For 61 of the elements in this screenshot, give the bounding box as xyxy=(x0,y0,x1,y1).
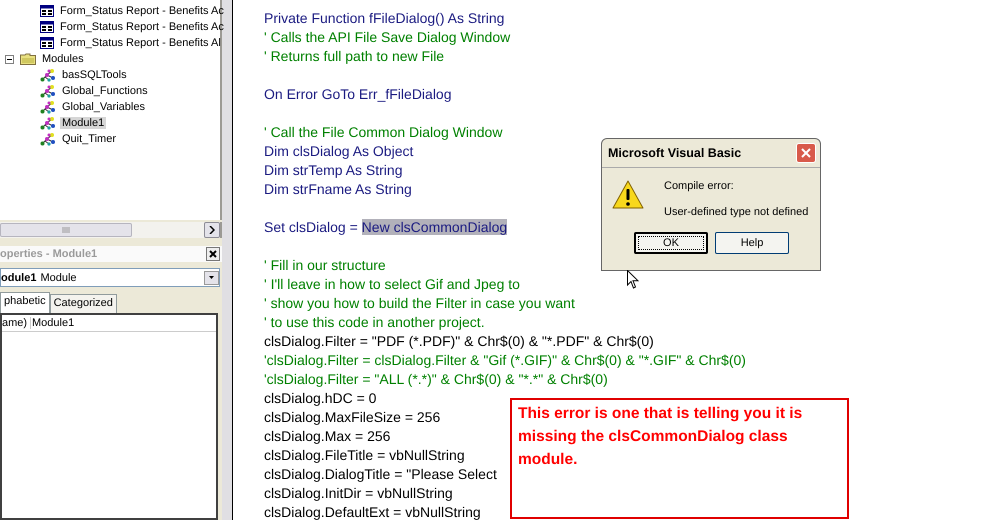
dropdown-arrow-icon[interactable] xyxy=(209,276,214,279)
code-line: 'clsDialog.Filter = "ALL (*.*)" & Chr$(0) & "*.*" & Chr$(0) xyxy=(264,371,608,387)
code-line: ' Fill in our structure xyxy=(264,257,386,273)
code-line: clsDialog.Filter = "PDF (*.PDF)" & Chr$(0) & "*.PDF" & Chr$(0) xyxy=(264,333,654,349)
panel-title: operties - Module1 xyxy=(0,248,98,260)
tree-item[interactable]: Global_Variables xyxy=(60,101,147,113)
code-line: 'clsDialog.Filter = clsDialog.Filter & "Gif (*.GIF)" & Chr$(0) & "*.GIF" & Chr$(0) xyxy=(264,352,746,368)
dialog-button[interactable]: Help xyxy=(715,232,789,254)
module-icon xyxy=(40,100,56,114)
grip-icon xyxy=(62,227,70,233)
form-icon xyxy=(40,5,54,17)
warning-icon xyxy=(612,180,644,210)
code-line: ' Calls the API File Save Dialog Window xyxy=(264,29,510,45)
code-line: clsDialog.DefaultExt = vbNullString xyxy=(264,504,481,520)
tree-item[interactable]: basSQLTools xyxy=(60,69,129,81)
tree-folder[interactable]: Modules xyxy=(40,53,86,65)
code-line: Private Function fFileDialog() As String xyxy=(264,10,504,26)
dialog-button[interactable]: OK xyxy=(634,232,708,254)
module-icon xyxy=(40,84,56,98)
module-icon xyxy=(40,68,56,82)
collapse-icon[interactable] xyxy=(5,54,14,64)
code-line: clsDialog.MaxFileSize = 256 xyxy=(264,409,440,425)
close-icon[interactable] xyxy=(206,247,220,261)
code-line: clsDialog.DialogTitle = "Please Select xyxy=(264,466,497,482)
tree-item[interactable]: Global_Functions xyxy=(60,85,150,97)
object-dropdown[interactable]: odule1 Module xyxy=(0,268,220,287)
error-heading: Compile error: xyxy=(664,180,735,192)
code-line: clsDialog.hDC = 0 xyxy=(264,390,376,406)
folder-icon xyxy=(20,53,36,65)
code-line: clsDialog.FileTitle = vbNullString xyxy=(264,447,465,463)
annotation-note: This error is one that is telling you it is missing the clsCommonDialog class module. xyxy=(510,398,849,519)
module-icon xyxy=(40,132,56,146)
form-icon xyxy=(40,21,54,33)
code-line: ' I'll leave in how to select Gif and Jpeg to xyxy=(264,276,520,292)
splitter[interactable] xyxy=(222,0,233,520)
tab[interactable]: Categorized xyxy=(50,294,117,313)
code-line: Set clsDialog = New clsCommonDialog xyxy=(264,219,508,235)
property-name: ame) xyxy=(2,317,28,329)
code-line: clsDialog.Max = 256 xyxy=(264,428,390,444)
tab[interactable]: phabetic xyxy=(0,292,50,313)
code-line: ' to use this code in another project. xyxy=(264,314,485,330)
code-line: clsDialog.InitDir = vbNullString xyxy=(264,485,453,501)
tree-item[interactable]: Form_Status Report - Benefits Ac xyxy=(58,5,226,17)
dialog-title: Microsoft Visual Basic xyxy=(608,146,742,160)
error-message: User-defined type not defined xyxy=(664,206,808,218)
form-icon xyxy=(40,37,54,49)
code-line: ' Returns full path to new File xyxy=(264,48,444,64)
tree-item[interactable]: Form_Status Report - Benefits Al xyxy=(58,37,223,49)
code-line: Dim strTemp As String xyxy=(264,162,402,178)
module-icon xyxy=(40,116,56,130)
horizontal-scrollbar[interactable] xyxy=(0,222,222,238)
code-line: Dim strFname As String xyxy=(264,181,412,197)
code-line: ' Call the File Common Dialog Window xyxy=(264,124,502,140)
code-line: Dim clsDialog As Object xyxy=(264,143,414,159)
property-value[interactable]: Module1 xyxy=(30,317,216,329)
code-line: On Error GoTo Err_fFileDialog xyxy=(264,86,452,102)
tree-item[interactable]: Quit_Timer xyxy=(60,133,118,145)
tree-item[interactable]: Module1 xyxy=(60,117,106,129)
tree-item[interactable]: Form_Status Report - Benefits Ac xyxy=(58,21,226,33)
code-line: ' show you how to build the Filter in case you want xyxy=(264,295,575,311)
mouse-cursor-icon xyxy=(627,270,639,289)
